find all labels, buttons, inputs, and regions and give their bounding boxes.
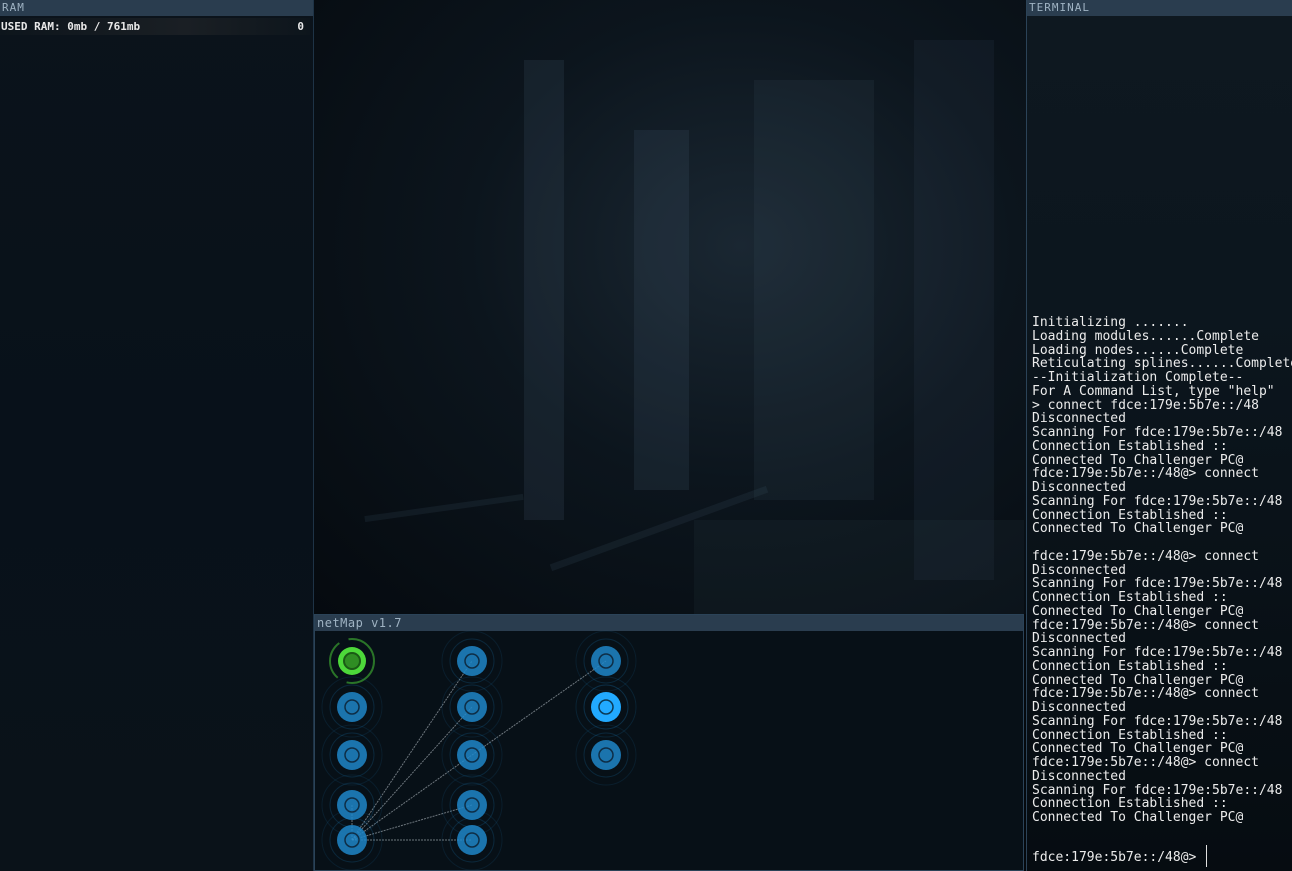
terminal-panel[interactable]: TERMINAL Initializing ....... Loading mod… (1026, 0, 1292, 871)
netmap-node[interactable] (321, 676, 383, 738)
terminal-line: Disconnected (1032, 480, 1126, 495)
netmap-link (351, 706, 473, 841)
background-wall (754, 80, 874, 500)
netmap-node[interactable] (575, 630, 637, 692)
terminal-line: fdce:179e:5b7e::/48@> connect (1032, 755, 1259, 770)
text-cursor (1206, 845, 1208, 867)
terminal-line: Scanning For fdce:179e:5b7e::/48 (1032, 713, 1283, 729)
ram-panel: RAM USED RAM: 0mb / 761mb 0 (0, 0, 314, 871)
netmap-home-node[interactable] (329, 638, 375, 684)
background-pillar (524, 60, 564, 520)
terminal-line: Scanning For fdce:179e:5b7e::/48 (1032, 576, 1283, 592)
netmap-graph (321, 630, 637, 870)
terminal-line: Disconnected (1032, 562, 1126, 578)
ram-usage-label: USED RAM: 0mb / 761mb (1, 20, 141, 33)
terminal-line: Connection Established :: (1032, 796, 1228, 812)
desktop-background (314, 0, 1026, 614)
ram-usage-bar: USED RAM: 0mb / 761mb 0 (0, 18, 310, 35)
terminal-line: Scanning For fdce:179e:5b7e::/48 (1032, 493, 1283, 509)
terminal-input-line[interactable]: fdce:179e:5b7e::/48@> (1032, 845, 1208, 867)
terminal-line: Loading nodes......Complete (1032, 342, 1244, 358)
terminal-line: Connection Established :: (1032, 590, 1228, 605)
terminal-line: Loading modules......Complete (1032, 328, 1259, 344)
netmap-node[interactable] (441, 724, 503, 786)
terminal-line: Reticulating splines......Complete (1032, 356, 1292, 372)
terminal-line: Disconnected (1032, 768, 1126, 784)
terminal-line: fdce:179e:5b7e::/48@> connect (1032, 617, 1259, 633)
terminal-line: Connected To Challenger PC@ (1032, 810, 1244, 825)
terminal-line: Scanning For fdce:179e:5b7e::/48 (1032, 782, 1283, 798)
terminal-line: fdce:179e:5b7e::/48@> connect (1032, 548, 1259, 564)
terminal-line: Disconnected (1032, 631, 1126, 647)
netmap-node[interactable] (441, 676, 503, 738)
background-beam (364, 493, 524, 523)
background-wall (914, 40, 994, 580)
terminal-line: Scanning For fdce:179e:5b7e::/48 (1032, 645, 1283, 660)
terminal-line: Connection Established :: (1032, 658, 1228, 674)
background-pillar (634, 130, 689, 490)
terminal-line: Disconnected (1032, 411, 1126, 427)
terminal-line: Connected To Challenger PC@ (1032, 521, 1244, 537)
terminal-line: Connected To Challenger PC@ (1032, 603, 1244, 619)
terminal-line: fdce:179e:5b7e::/48@> connect (1032, 686, 1259, 702)
terminal-line: Connected To Challenger PC@ (1032, 672, 1244, 688)
terminal-line: Initializing ....... (1032, 315, 1189, 330)
netmap-link (471, 660, 607, 756)
terminal-header: TERMINAL (1027, 0, 1292, 16)
terminal-output: Initializing ....... Loading modules.....… (1032, 316, 1292, 825)
ram-process-count: 0 (297, 20, 304, 33)
netmap-node[interactable] (441, 630, 503, 692)
terminal-line: For A Command List, type "help" (1032, 383, 1275, 399)
ram-panel-header: RAM (0, 0, 313, 16)
netmap-node[interactable] (321, 724, 383, 786)
background-floor (694, 520, 1024, 614)
terminal-line: > connect fdce:179e:5b7e::/48 (1032, 397, 1259, 413)
netmap-node[interactable] (575, 724, 637, 786)
terminal-line: Disconnected (1032, 700, 1126, 715)
netmap-link (351, 660, 473, 841)
terminal-line: Connected To Challenger PC@ (1032, 741, 1244, 757)
terminal-line: Connection Established :: (1032, 507, 1228, 523)
terminal-line: Connection Established :: (1032, 438, 1228, 454)
terminal-line: fdce:179e:5b7e::/48@> connect (1032, 466, 1259, 482)
netmap-link (351, 804, 473, 841)
netmap-panel: netMap v1.7 (314, 614, 1024, 871)
terminal-line: --Initialization Complete-- (1032, 370, 1244, 385)
terminal-line: Connected To Challenger PC@ (1032, 452, 1244, 468)
terminal-prompt: fdce:179e:5b7e::/48@> (1032, 850, 1197, 865)
terminal-line: Connection Established :: (1032, 727, 1228, 743)
netmap-node[interactable] (575, 676, 637, 738)
terminal-line: Scanning For fdce:179e:5b7e::/48 (1032, 425, 1283, 440)
